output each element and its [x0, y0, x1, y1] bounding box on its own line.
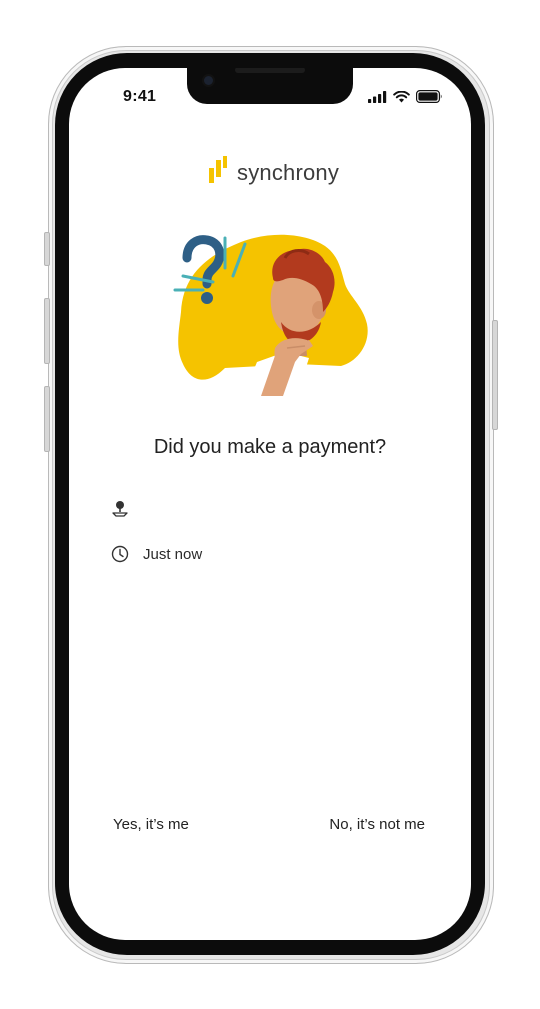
location-pin-icon	[112, 501, 128, 517]
silent-switch	[44, 232, 50, 266]
synchrony-logo-mark-icon	[209, 156, 227, 183]
time-row: Just now	[111, 544, 202, 564]
time-text: Just now	[143, 545, 203, 563]
status-time: 9:41	[123, 88, 157, 105]
payment-question-heading: Did you make a payment?	[153, 436, 387, 458]
wifi-icon	[393, 90, 410, 102]
notch	[187, 68, 353, 104]
clock-icon	[111, 545, 129, 563]
power-button	[492, 320, 498, 430]
thinking-person-illustration	[173, 234, 368, 396]
deny-payment-button[interactable]: No, it’s not me	[329, 816, 425, 833]
location-row	[111, 498, 143, 518]
cellular-signal-icon	[368, 90, 387, 103]
volume-down-button	[44, 386, 50, 452]
brand-name: synchrony	[237, 160, 340, 185]
status-icons	[368, 90, 443, 103]
speaker-grille	[235, 68, 305, 73]
front-camera	[204, 76, 213, 85]
app-screen: 9:41 synchrony Did you make a payment? J…	[69, 68, 471, 940]
battery-icon	[416, 90, 442, 103]
brand-logo: synchrony	[209, 156, 339, 184]
confirm-payment-button[interactable]: Yes, it’s me	[113, 816, 189, 833]
volume-up-button	[44, 298, 50, 364]
